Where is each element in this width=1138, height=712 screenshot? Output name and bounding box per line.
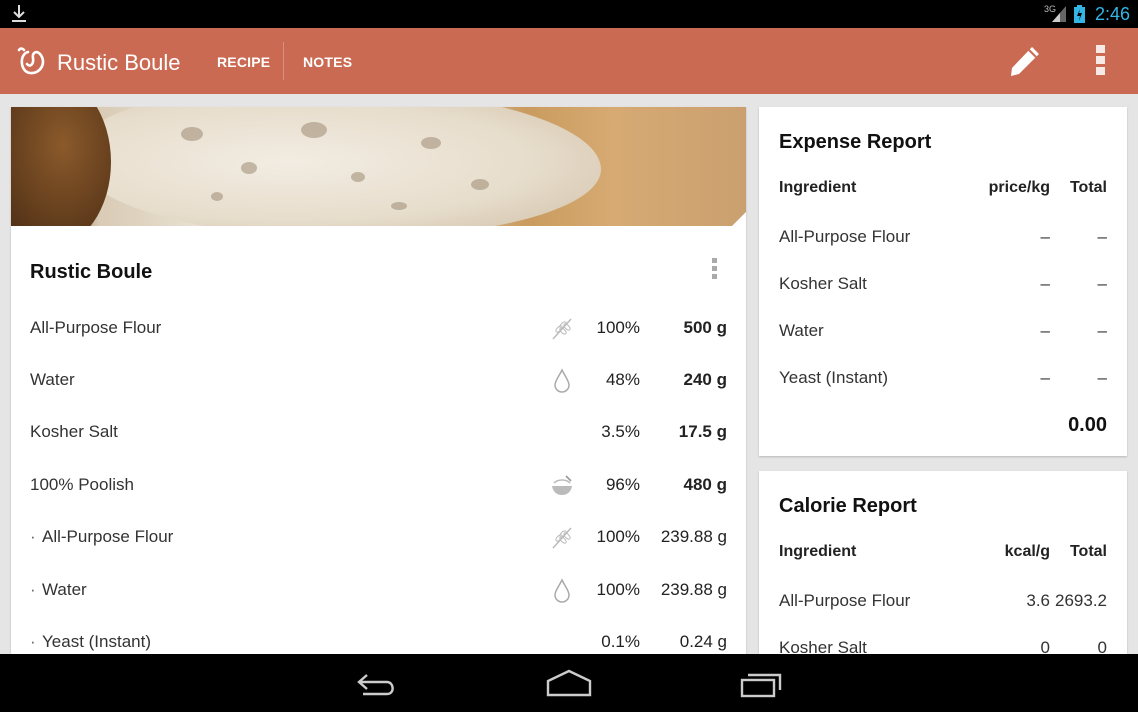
action-bar: Rustic Boule RECIPE NOTES	[0, 28, 1138, 94]
ingredient-weight: 480 g	[683, 475, 727, 494]
ingredient-name: Kosher Salt	[30, 422, 118, 441]
recipe-title: Rustic Boule	[30, 261, 153, 283]
calorie-report-title: Calorie Report	[779, 495, 917, 517]
ingredient-weight: 17.5 g	[678, 422, 727, 441]
column-header: Total	[1069, 543, 1107, 560]
table-header: Ingredient kcal/g Total	[759, 537, 1127, 567]
sub-ingredient-row[interactable]: · Water 100% 239.88 g	[11, 564, 746, 616]
tab-divider	[283, 42, 284, 80]
wheat-icon	[552, 318, 572, 340]
back-icon[interactable]	[355, 669, 399, 699]
ingredient-row[interactable]: All-Purpose Flour 100% 500 g	[11, 302, 746, 354]
expense-report-title: Expense Report	[779, 131, 932, 153]
ingredient-percent: 48%	[605, 370, 640, 389]
table-row[interactable]: Kosher Salt – –	[759, 260, 1127, 307]
ingredient-percent: 96%	[605, 475, 640, 494]
recipe-card: Rustic Boule All-Purpose Flour 100% 500 …	[11, 107, 746, 667]
battery-icon	[1074, 5, 1085, 23]
preferment-bowl-icon	[552, 475, 572, 495]
ingredient-weight: 239.88 g	[660, 527, 727, 546]
water-drop-icon	[554, 578, 570, 603]
wheat-icon	[552, 527, 572, 549]
ingredient-percent: 100%	[596, 318, 640, 337]
table-row[interactable]: All-Purpose Flour 3.6 2693.2	[759, 577, 1127, 624]
column-header: Ingredient	[779, 179, 857, 196]
table-row[interactable]: All-Purpose Flour – –	[759, 213, 1127, 260]
water-drop-icon	[554, 368, 570, 393]
app-logo-icon[interactable]	[16, 44, 50, 78]
column-header: kcal/g	[1004, 543, 1050, 560]
ingredient-name: · All-Purpose Flour	[30, 527, 174, 546]
ingredient-row[interactable]: 100% Poolish 96% 480 g	[11, 459, 746, 511]
clock: 2:46	[1094, 4, 1130, 24]
navigation-bar	[0, 654, 1138, 712]
tab-notes[interactable]: NOTES	[303, 54, 352, 70]
ingredient-weight: 500 g	[683, 318, 727, 337]
ingredient-row[interactable]: Water 48% 240 g	[11, 354, 746, 406]
ingredient-percent: 3.5%	[601, 422, 640, 441]
column-header: price/kg	[988, 179, 1050, 196]
column-header: Ingredient	[779, 543, 857, 560]
ingredient-percent: 100%	[596, 527, 640, 546]
bread-photo	[11, 107, 746, 226]
app-title: Rustic Boule	[57, 50, 181, 75]
ingredient-weight: 239.88 g	[660, 580, 727, 599]
signal-icon	[1052, 6, 1066, 22]
recent-apps-icon[interactable]	[738, 669, 784, 699]
ingredient-name: · Water	[30, 580, 87, 599]
table-row[interactable]: Water – –	[759, 307, 1127, 354]
ingredient-weight: 240 g	[683, 370, 727, 389]
ingredient-percent: 100%	[596, 580, 640, 599]
status-bar: 3G 2:46	[0, 0, 1138, 28]
table-header: Ingredient price/kg Total	[759, 173, 1127, 203]
calorie-report-card: Calorie Report Ingredient kcal/g Total A…	[759, 471, 1127, 671]
download-icon	[12, 5, 26, 22]
pencil-icon[interactable]	[1006, 44, 1042, 78]
recipe-overflow-icon[interactable]	[708, 258, 720, 284]
column-header: Total	[1069, 179, 1107, 196]
expense-report-card: Expense Report Ingredient price/kg Total…	[759, 107, 1127, 456]
ingredient-name: Water	[30, 370, 75, 389]
ingredient-name: All-Purpose Flour	[30, 318, 162, 337]
ingredient-row[interactable]: Kosher Salt 3.5% 17.5 g	[11, 406, 746, 458]
home-icon[interactable]	[545, 669, 593, 699]
sub-ingredient-row[interactable]: · All-Purpose Flour 100% 239.88 g	[11, 511, 746, 563]
expense-grand-total: 0.00	[1068, 414, 1107, 436]
table-row[interactable]: Yeast (Instant) – –	[759, 354, 1127, 401]
overflow-menu-icon[interactable]	[1092, 45, 1108, 79]
ingredient-name: 100% Poolish	[30, 475, 134, 494]
tab-recipe[interactable]: RECIPE	[217, 54, 270, 70]
